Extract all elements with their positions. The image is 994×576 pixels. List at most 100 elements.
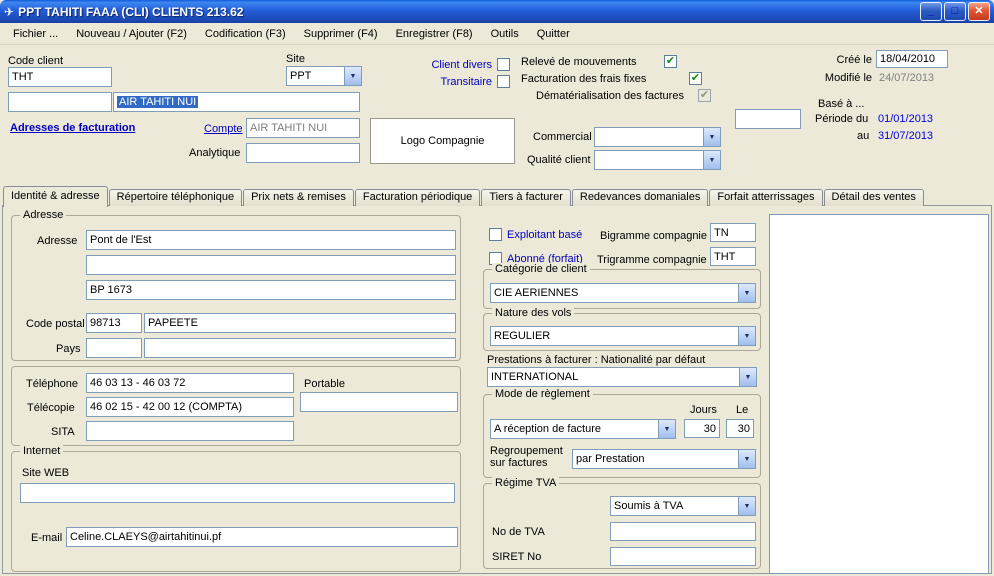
nature-vols-group-label: Nature des vols [492,307,574,319]
email-input[interactable] [66,527,458,547]
code-postal-input[interactable] [86,313,142,333]
tab-forfait-atterrissages[interactable]: Forfait atterrissages [709,189,822,206]
jours-input[interactable] [684,419,720,438]
tab-identite-adresse[interactable]: Identité & adresse [3,186,108,207]
tab-repertoire-telephonique[interactable]: Répertoire téléphonique [109,189,242,206]
analytique-input[interactable] [246,143,360,163]
site-web-input[interactable] [20,483,455,503]
categorie-client-select[interactable]: CIE AERIENNES ▼ [490,283,756,303]
telephone-input[interactable] [86,373,294,393]
menu-codification[interactable]: Codification (F3) [196,25,295,43]
tab-detail-des-ventes[interactable]: Détail des ventes [824,189,924,206]
menu-quitter[interactable]: Quitter [528,25,579,43]
chevron-down-icon: ▼ [738,450,755,468]
internet-group-label: Internet [20,445,63,457]
periode-du-label: Période du [815,113,868,125]
pays-input[interactable] [144,338,456,358]
commercial-label: Commercial [533,131,592,143]
frais-fixes-checkbox[interactable]: ✔ [689,72,702,85]
mode-reglement-select-value: A réception de facture [491,420,658,438]
compte-link[interactable]: Compte [204,123,243,135]
telecopie-input[interactable] [86,397,294,417]
tab-label: Forfait atterrissages [717,191,814,203]
logo-compagnie-label: Logo Compagnie [401,135,485,147]
regime-tva-group-label: Régime TVA [492,477,559,489]
window-title: PPT TAHITI FAAA (CLI) CLIENTS 213.62 [18,5,918,19]
bigramme-input[interactable] [710,223,756,242]
au-value: 31/07/2013 [878,130,933,142]
no-tva-label: No de TVA [492,526,545,538]
client-divers-label: Client divers [418,59,492,71]
contact-group: Téléphone Portable Télécopie SITA [11,366,461,446]
regime-tva-select[interactable]: Soumis à TVA ▼ [610,496,756,516]
exploitant-base-checkbox[interactable] [489,228,502,241]
regroupement-select-value: par Prestation [573,450,738,468]
cree-le-input[interactable] [876,50,948,68]
commercial-select[interactable]: ▼ [594,127,721,147]
siret-input[interactable] [610,547,756,566]
frais-fixes-label: Facturation des frais fixes [521,73,646,85]
releve-mouvements-label: Relevé de mouvements [521,56,637,68]
nature-vols-select-value: REGULIER [491,327,738,345]
app-icon: ✈ [4,5,14,19]
code-postal-label: Code postal [26,318,85,330]
mode-reglement-select[interactable]: A réception de facture ▼ [490,419,676,439]
portable-input[interactable] [300,392,458,412]
pays-code-input[interactable] [86,338,142,358]
no-tva-input[interactable] [610,522,756,541]
menu-fichier[interactable]: Fichier ... [4,25,67,43]
menu-outils[interactable]: Outils [482,25,528,43]
check-icon: ✔ [690,73,701,84]
minimize-button[interactable]: _ [920,2,942,21]
adresse-line2-input[interactable] [86,255,456,275]
tab-facturation-periodique[interactable]: Facturation périodique [355,189,480,206]
code-client-input[interactable] [8,67,112,87]
nature-vols-group: Nature des vols REGULIER ▼ [483,313,761,351]
client-lookup-input[interactable] [8,92,112,112]
tab-strip: Identité & adresse Répertoire téléphoniq… [3,186,925,206]
maximize-button[interactable]: □ [944,2,966,21]
cree-le-label: Créé le [812,54,872,66]
tab-redevances-domaniales[interactable]: Redevances domaniales [572,189,708,206]
adresse-line3-input[interactable] [86,280,456,300]
le-input[interactable] [726,419,754,438]
tab-label: Facturation périodique [363,191,472,203]
qualite-client-select-value [595,151,703,169]
nature-vols-select[interactable]: REGULIER ▼ [490,326,756,346]
close-icon: ✕ [974,6,983,17]
close-button[interactable]: ✕ [968,2,990,21]
client-divers-checkbox[interactable] [497,58,510,71]
tab-tiers-a-facturer[interactable]: Tiers à facturer [481,189,571,206]
site-select[interactable]: PPT ▼ [286,66,362,86]
regroupement-select[interactable]: par Prestation ▼ [572,449,756,469]
transitaire-checkbox[interactable] [497,75,510,88]
compte-input[interactable] [246,118,360,138]
client-name-field[interactable]: AIR TAHITI NUI [113,92,360,112]
prestations-select[interactable]: INTERNATIONAL ▼ [487,367,757,387]
menu-nouveau-ajouter[interactable]: Nouveau / Ajouter (F2) [67,25,196,43]
adresse-line1-input[interactable] [86,230,456,250]
menu-supprimer[interactable]: Supprimer (F4) [295,25,387,43]
telephone-label: Téléphone [26,378,78,390]
notes-listbox[interactable] [769,214,989,574]
trigramme-input[interactable] [710,247,756,266]
menu-enregistrer[interactable]: Enregistrer (F8) [387,25,482,43]
qualite-client-label: Qualité client [527,154,591,166]
commercial-select-value [595,128,703,146]
releve-mouvements-checkbox[interactable]: ✔ [664,55,677,68]
dematerialisation-label: Dématérialisation des factures [536,90,684,102]
qualite-client-select[interactable]: ▼ [594,150,721,170]
title-bar[interactable]: ✈ PPT TAHITI FAAA (CLI) CLIENTS 213.62 _… [0,0,994,23]
sita-input[interactable] [86,421,294,441]
tab-label: Détail des ventes [832,191,916,203]
tab-prix-nets-remises[interactable]: Prix nets & remises [243,189,354,206]
ville-input[interactable] [144,313,456,333]
adresses-facturation-link[interactable]: Adresses de facturation [10,122,135,134]
client-header-form: Code client AIR TAHITI NUI Site PPT ▼ Cl… [0,45,994,186]
chevron-down-icon: ▼ [703,128,720,146]
menu-bar: Fichier ... Nouveau / Ajouter (F2) Codif… [0,23,994,45]
chevron-down-icon: ▼ [738,327,755,345]
base-a-input[interactable] [735,109,801,129]
chevron-down-icon: ▼ [658,420,675,438]
regime-tva-select-value: Soumis à TVA [611,497,738,515]
